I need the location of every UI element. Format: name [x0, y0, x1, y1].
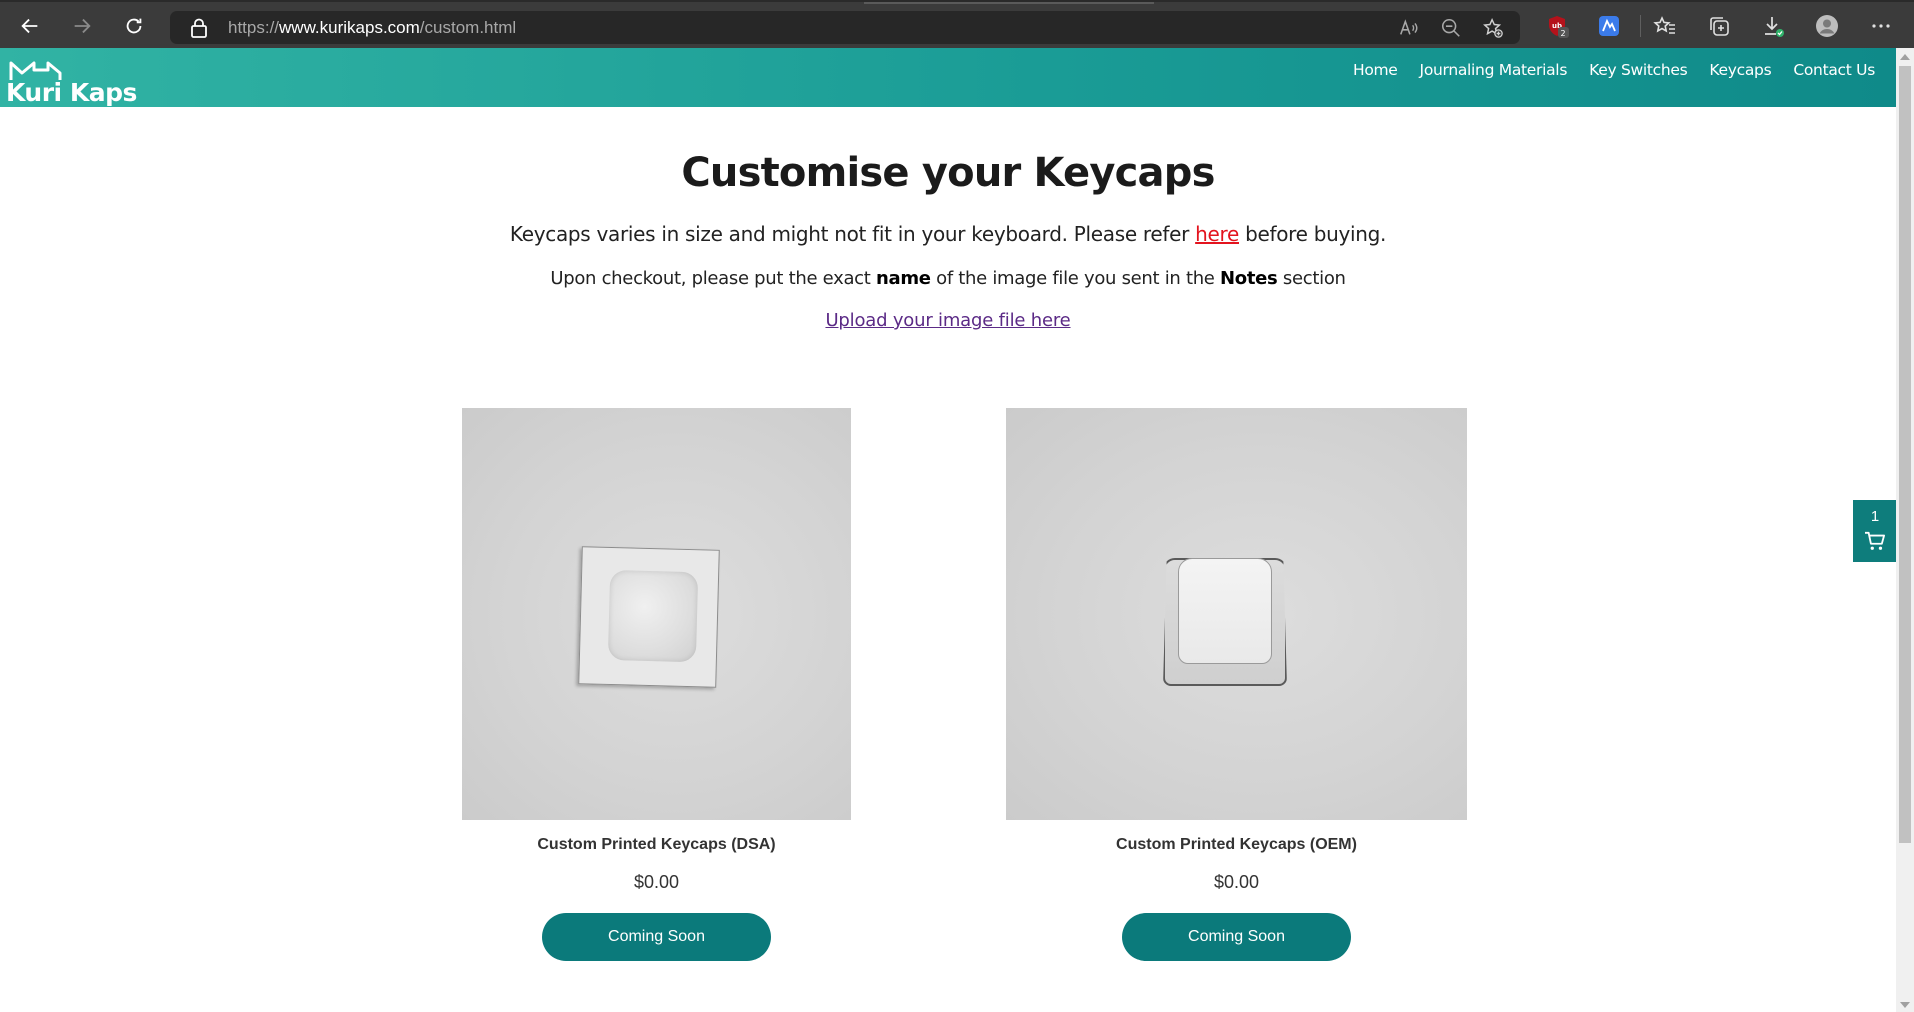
product-price: $0.00 — [633, 872, 680, 892]
address-bar[interactable]: https://www.kurikaps.com/custom.html — [170, 11, 1520, 44]
size-guide-link[interactable]: here — [1195, 222, 1239, 246]
checkout-notice-text-2: of the image file you sent in the — [930, 268, 1221, 289]
page-title: Customise your Keycaps — [681, 150, 1215, 196]
checkout-notice-notes: Notes — [1220, 268, 1278, 289]
forward-button[interactable] — [66, 10, 98, 42]
scrollbar-thumb[interactable] — [1899, 66, 1911, 843]
refresh-icon — [126, 18, 142, 34]
url-path: /custom.html — [419, 18, 517, 37]
upload-link-wrapper: Upload your image file here — [0, 310, 1896, 331]
active-tab-indicator — [864, 2, 1154, 4]
floating-cart-button[interactable]: 1 — [1853, 500, 1897, 562]
size-notice-text-2: before buying. — [1239, 222, 1387, 246]
scroll-down-arrow-icon[interactable] — [1900, 1002, 1910, 1008]
nav-journaling-materials[interactable]: Journaling Materials — [1409, 61, 1579, 79]
product-name[interactable]: Custom Printed Keycaps (DSA) — [462, 836, 851, 854]
favorites-button[interactable] — [1652, 13, 1678, 39]
site-logo[interactable]: Kuri Kaps — [4, 60, 137, 107]
checkout-notice-name: name — [875, 268, 931, 289]
oem-keycap-top — [1178, 558, 1272, 664]
extension-blue-icon — [1599, 16, 1619, 36]
url-text[interactable]: https://www.kurikaps.com/custom.html — [228, 18, 516, 38]
size-notice-text-1: Keycaps varies in size and might not fit… — [509, 222, 1196, 246]
avatar-icon — [1816, 15, 1838, 37]
downloads-button[interactable] — [1760, 13, 1786, 39]
product-card-oem: Custom Printed Keycaps (OEM) $0.00 Comin… — [1006, 408, 1467, 961]
nav-contact-us[interactable]: Contact Us — [1782, 61, 1886, 79]
profile-button[interactable] — [1814, 13, 1840, 39]
product-name[interactable]: Custom Printed Keycaps (OEM) — [1006, 836, 1467, 854]
nav-home[interactable]: Home — [1342, 61, 1409, 79]
scroll-up-arrow-icon[interactable] — [1900, 54, 1910, 60]
logo-text: Kuri Kaps — [6, 78, 137, 107]
collections-icon — [1710, 17, 1729, 36]
upload-image-link[interactable]: Upload your image file here — [825, 310, 1070, 331]
add-favorite-button[interactable] — [1482, 17, 1504, 39]
zoom-out-icon — [1441, 18, 1460, 37]
cart-count: 1 — [1870, 508, 1880, 525]
extension-badge: 2 — [1561, 29, 1566, 38]
browser-toolbar: https://www.kurikaps.com/custom.html ub 2 — [0, 0, 1914, 48]
size-notice: Keycaps varies in size and might not fit… — [0, 222, 1896, 246]
product-image-dsa[interactable] — [462, 408, 851, 820]
coming-soon-button[interactable]: Coming Soon — [542, 913, 771, 961]
ublock-extension-button[interactable]: ub 2 — [1544, 13, 1570, 39]
arrow-left-icon — [21, 18, 38, 34]
read-aloud-button[interactable] — [1398, 17, 1420, 39]
read-aloud-icon — [1400, 19, 1418, 35]
checkout-notice-text-1: Upon checkout, please put the exact — [550, 268, 876, 289]
checkout-notice: Upon checkout, please put the exact name… — [0, 268, 1896, 289]
coming-soon-button[interactable]: Coming Soon — [1122, 913, 1351, 961]
main-navigation: Home Journaling Materials Key Switches K… — [1342, 61, 1886, 79]
dsa-keycap-top — [607, 569, 699, 663]
more-horizontal-icon — [1872, 24, 1890, 28]
cart-icon — [1865, 531, 1885, 550]
nav-keycaps[interactable]: Keycaps — [1698, 61, 1782, 79]
favorites-icon — [1653, 16, 1675, 34]
back-button[interactable] — [14, 10, 46, 42]
arrow-right-icon — [74, 18, 91, 34]
dsa-keycap-photo-icon — [578, 546, 720, 688]
zoom-out-button[interactable] — [1440, 17, 1462, 39]
product-price: $0.00 — [1213, 872, 1260, 892]
collections-button[interactable] — [1706, 13, 1732, 39]
download-icon — [1765, 17, 1784, 37]
ublock-shield-icon: ub2 — [1549, 16, 1569, 38]
extension-button[interactable] — [1596, 13, 1622, 39]
lock-icon — [191, 18, 207, 38]
checkout-notice-text-3: section — [1277, 268, 1346, 289]
product-image-oem[interactable] — [1006, 408, 1467, 820]
nav-key-switches[interactable]: Key Switches — [1578, 61, 1698, 79]
product-card-dsa: Custom Printed Keycaps (DSA) $0.00 Comin… — [462, 408, 851, 961]
refresh-button[interactable] — [118, 10, 150, 42]
url-prefix: https:// — [228, 18, 280, 37]
url-host: www.kurikaps.com — [279, 18, 420, 37]
star-add-icon — [1483, 18, 1503, 38]
more-menu-button[interactable] — [1868, 13, 1894, 39]
toolbar-separator — [1640, 15, 1641, 37]
site-header: Kuri Kaps Home Journaling Materials Key … — [0, 48, 1896, 107]
page-scrollbar[interactable] — [1896, 48, 1914, 1012]
